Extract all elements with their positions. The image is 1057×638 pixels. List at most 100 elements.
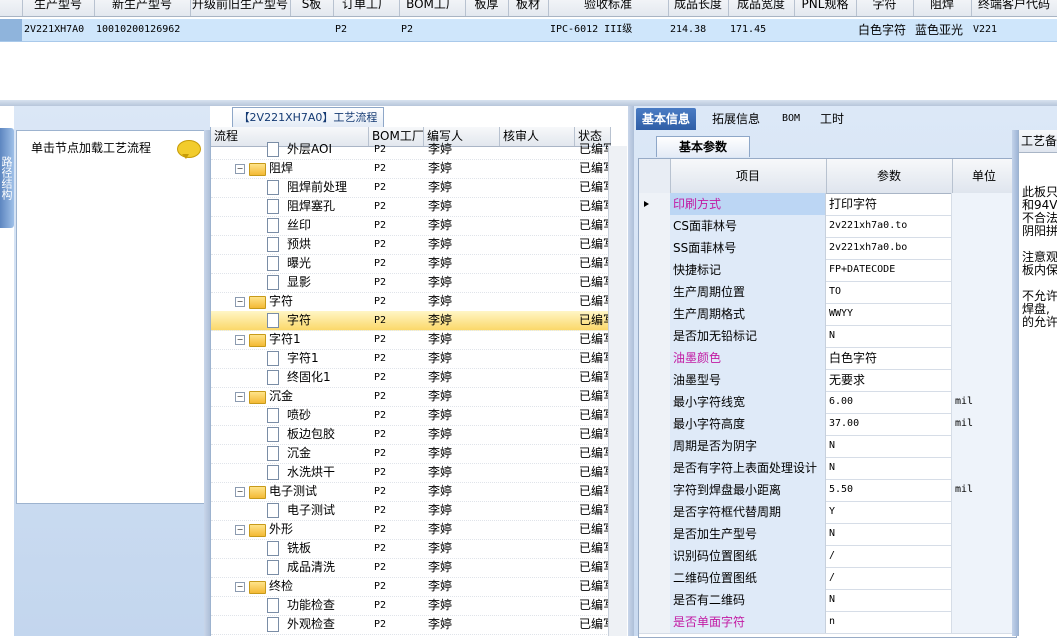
row-indicator[interactable] <box>0 19 22 41</box>
collapse-toggle-icon[interactable]: − <box>235 582 245 592</box>
product-cell[interactable]: 2V221XH7A0 <box>22 19 94 41</box>
flow-row[interactable]: 阻焊塞孔 P2 李婷 已编写 <box>211 197 611 217</box>
param-value[interactable]: N <box>826 523 952 545</box>
param-row[interactable]: 是否有字符上表面处理设计 N <box>639 457 1016 480</box>
param-row[interactable]: 油墨颜色 白色字符 <box>639 347 1016 370</box>
product-cell[interactable] <box>794 19 856 41</box>
product-col-header[interactable]: 验收标准 <box>548 0 669 16</box>
product-col-header[interactable]: BOM工厂 <box>399 0 466 16</box>
param-row[interactable]: 生产周期格式 WWYY <box>639 303 1016 326</box>
comment-bubble-icon[interactable] <box>177 140 201 159</box>
row-indicator[interactable] <box>639 259 671 281</box>
param-row[interactable]: SS面菲林号 2v221xh7a0.bo <box>639 237 1016 260</box>
flow-row[interactable]: − 阻焊 P2 李婷 已编写 <box>211 159 611 179</box>
product-col-header[interactable]: 板材 <box>508 0 549 16</box>
flow-row[interactable]: 字符 P2 李婷 已编写 <box>211 311 611 331</box>
product-col-header[interactable]: S板 <box>290 0 334 16</box>
product-cell[interactable]: 白色字符 <box>856 19 913 41</box>
param-row[interactable]: 是否加生产型号 N <box>639 523 1016 546</box>
product-grid-row-selected[interactable]: 2V221XH7A0 10010200126962 P2 P2 IPC-6012 III… <box>0 19 1057 42</box>
param-row[interactable]: 是否单面字符 n <box>639 611 1016 634</box>
flow-row[interactable]: 功能检查 P2 李婷 已编写 <box>211 596 611 616</box>
param-value[interactable]: 无要求 <box>826 369 952 391</box>
product-cell[interactable]: P2 <box>333 19 399 41</box>
row-indicator[interactable] <box>639 545 671 567</box>
param-value[interactable]: N <box>826 457 952 479</box>
product-cell[interactable]: 10010200126962 <box>94 19 190 41</box>
flow-row[interactable]: 成品清洗 P2 李婷 已编写 <box>211 558 611 578</box>
product-cell[interactable]: 214.38 <box>668 19 728 41</box>
param-value[interactable]: 2v221xh7a0.to <box>826 215 952 237</box>
product-cell[interactable] <box>508 19 548 41</box>
param-row[interactable]: 油墨型号 无要求 <box>639 369 1016 392</box>
row-indicator[interactable] <box>639 479 671 501</box>
param-value[interactable]: TO <box>826 281 952 303</box>
row-indicator[interactable] <box>639 435 671 457</box>
flow-row[interactable]: − 字符 P2 李婷 已编写 <box>211 292 611 312</box>
flow-row[interactable]: 终固化1 P2 李婷 已编写 <box>211 368 611 388</box>
row-indicator[interactable] <box>639 347 671 369</box>
param-row[interactable]: CS面菲林号 2v221xh7a0.to <box>639 215 1016 238</box>
flow-row[interactable]: 字符1 P2 李婷 已编写 <box>211 349 611 369</box>
collapse-toggle-icon[interactable]: − <box>235 392 245 402</box>
product-cell[interactable]: 171.45 <box>728 19 794 41</box>
flow-row[interactable]: 显影 P2 李婷 已编写 <box>211 273 611 293</box>
param-row[interactable]: 是否字符框代替周期 Y <box>639 501 1016 524</box>
param-row[interactable]: 是否有二维码 N <box>639 589 1016 612</box>
row-indicator[interactable] <box>639 501 671 523</box>
collapse-toggle-icon[interactable]: − <box>235 335 245 345</box>
product-col-header[interactable]: 字符 <box>856 0 914 16</box>
param-value[interactable]: 打印字符 <box>826 193 952 215</box>
row-indicator[interactable] <box>639 457 671 479</box>
row-indicator[interactable] <box>639 215 671 237</box>
flow-row[interactable]: 阻焊前处理 P2 李婷 已编写 <box>211 178 611 198</box>
row-indicator[interactable] <box>639 413 671 435</box>
flow-row[interactable]: − 字符1 P2 李婷 已编写 <box>211 330 611 350</box>
product-cell[interactable]: 蓝色亚光 <box>913 19 971 41</box>
param-row[interactable]: 生产周期位置 TO <box>639 281 1016 304</box>
row-indicator[interactable] <box>639 611 671 633</box>
flow-row[interactable]: 喷砂 P2 李婷 已编写 <box>211 406 611 426</box>
info-tab[interactable]: BOM <box>776 108 806 130</box>
param-value[interactable]: Y <box>826 501 952 523</box>
params-col-header[interactable]: 项目 <box>670 159 827 193</box>
param-value[interactable]: N <box>826 435 952 457</box>
param-row[interactable]: 字符到焊盘最小距离 5.50 mil <box>639 479 1016 502</box>
product-col-header[interactable]: 成品宽度 <box>728 0 795 16</box>
row-indicator[interactable] <box>639 523 671 545</box>
row-indicator[interactable] <box>639 589 671 611</box>
flow-row[interactable]: 沉金 P2 李婷 已编写 <box>211 444 611 464</box>
row-indicator[interactable] <box>639 325 671 347</box>
product-col-header[interactable]: 成品长度 <box>668 0 729 16</box>
info-tab[interactable]: 基本信息 <box>636 108 697 130</box>
product-col-header[interactable]: 新生产型号 <box>94 0 191 16</box>
node-tree-box[interactable]: 单击节点加载工艺流程 <box>16 130 208 504</box>
product-col-header[interactable]: 阻焊 <box>913 0 972 16</box>
flow-row[interactable]: 丝印 P2 李婷 已编写 <box>211 216 611 236</box>
flow-row[interactable]: 电子测试 P2 李婷 已编写 <box>211 501 611 521</box>
param-row[interactable]: 最小字符高度 37.00 mil <box>639 413 1016 436</box>
flow-row[interactable]: − 沉金 P2 李婷 已编写 <box>211 387 611 407</box>
flow-row[interactable]: − 电子测试 P2 李婷 已编写 <box>211 482 611 502</box>
flow-row[interactable]: − 外形 P2 李婷 已编写 <box>211 520 611 540</box>
process-flow-scrollbar[interactable] <box>608 146 627 636</box>
product-col-header[interactable]: 板厚 <box>465 0 509 16</box>
collapse-toggle-icon[interactable]: − <box>235 487 245 497</box>
flow-row[interactable]: 水洗烘干 P2 李婷 已编写 <box>211 463 611 483</box>
product-cell[interactable]: IPC-6012 III级 <box>548 19 668 41</box>
param-row[interactable]: 二维码位置图纸 / <box>639 567 1016 590</box>
product-cell[interactable]: P2 <box>399 19 465 41</box>
param-row[interactable]: 最小字符线宽 6.00 mil <box>639 391 1016 414</box>
basic-params-tab[interactable]: 基本参数 <box>656 136 750 157</box>
param-row[interactable]: 快捷标记 FP+DATECODE <box>639 259 1016 282</box>
row-indicator[interactable] <box>639 369 671 391</box>
param-value[interactable]: N <box>826 589 952 611</box>
product-cell[interactable] <box>465 19 508 41</box>
param-value[interactable]: / <box>826 545 952 567</box>
param-row[interactable]: 是否加无铅标记 N <box>639 325 1016 348</box>
info-tab[interactable]: 工时 <box>814 108 850 130</box>
product-col-header[interactable]: 升级前旧生产型号 <box>190 0 291 16</box>
product-col-header[interactable]: 订单工厂 <box>333 0 400 16</box>
row-indicator[interactable] <box>639 237 671 259</box>
product-cell[interactable]: V221 <box>971 19 1057 41</box>
